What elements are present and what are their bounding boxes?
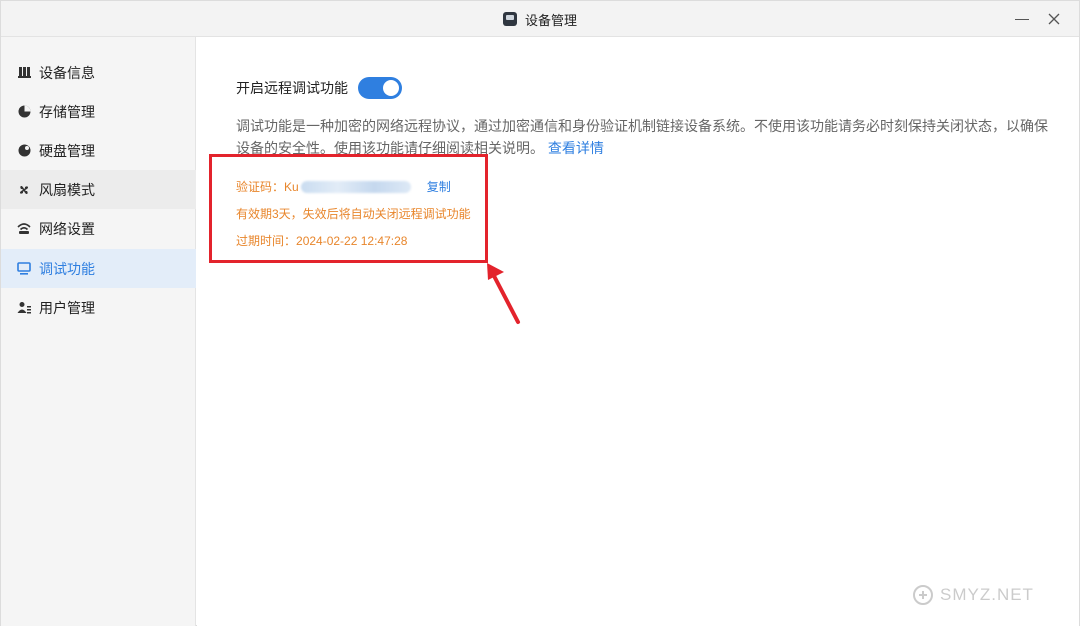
title-bar: 设备管理 [1, 1, 1079, 37]
title-wrap: 设备管理 [1, 1, 1079, 37]
sidebar-item-users[interactable]: 用户管理 [1, 288, 196, 327]
close-icon [1048, 13, 1060, 25]
users-icon [17, 301, 31, 315]
sidebar-item-label: 调试功能 [39, 260, 95, 277]
remote-debug-toggle[interactable] [358, 77, 402, 99]
sidebar-item-label: 存储管理 [39, 103, 95, 120]
minimize-icon [1015, 18, 1029, 20]
annotation-highlight-box [209, 154, 488, 263]
disk-icon [17, 144, 31, 158]
debug-description: 调试功能是一种加密的网络远程协议，通过加密通信和身份验证机制链接设备系统。不使用… [236, 115, 1056, 159]
fan-icon [17, 183, 31, 197]
sidebar-item-label: 用户管理 [39, 299, 95, 316]
view-details-link[interactable]: 查看详情 [548, 140, 604, 156]
network-icon [17, 222, 31, 236]
device-icon [502, 12, 517, 26]
watermark: SMYZ.NET [912, 584, 1034, 606]
sidebar-item-storage[interactable]: 存储管理 [1, 92, 196, 131]
remote-debug-toggle-label: 开启远程调试功能 [236, 80, 348, 96]
annotation-arrow-icon [487, 263, 520, 324]
window-title: 设备管理 [524, 12, 577, 28]
sidebar: 设备信息 存储管理 硬盘管理 风扇模式 网络设置 调试功能 用户管理 [1, 37, 196, 626]
device-management-window: 设备管理 设备信息 存储管理 硬盘管理 风扇模式 网络设置 调试功能 用户管理 … [0, 0, 1080, 626]
close-button[interactable] [1042, 7, 1066, 31]
watermark-logo-icon [913, 585, 933, 605]
device-info-icon [17, 66, 31, 80]
monitor-icon [17, 262, 31, 276]
remote-debug-toggle-row: 开启远程调试功能 [236, 77, 402, 99]
sidebar-item-label: 风扇模式 [39, 181, 95, 198]
sidebar-item-label: 设备信息 [39, 64, 95, 81]
sidebar-item-device-info[interactable]: 设备信息 [1, 53, 196, 92]
watermark-text: SMYZ.NET [940, 585, 1034, 604]
sidebar-item-fan[interactable]: 风扇模式 [1, 170, 196, 209]
sidebar-item-network[interactable]: 网络设置 [1, 209, 196, 248]
sidebar-item-debug[interactable]: 调试功能 [1, 249, 196, 288]
minimize-button[interactable] [1010, 7, 1034, 31]
pie-chart-icon [17, 105, 31, 119]
sidebar-item-disk[interactable]: 硬盘管理 [1, 131, 196, 170]
sidebar-item-label: 网络设置 [39, 220, 95, 237]
debug-panel: 开启远程调试功能 调试功能是一种加密的网络远程协议，通过加密通信和身份验证机制链… [197, 37, 1079, 626]
sidebar-item-label: 硬盘管理 [39, 142, 95, 159]
description-text: 调试功能是一种加密的网络远程协议，通过加密通信和身份验证机制链接设备系统。不使用… [236, 118, 1048, 156]
